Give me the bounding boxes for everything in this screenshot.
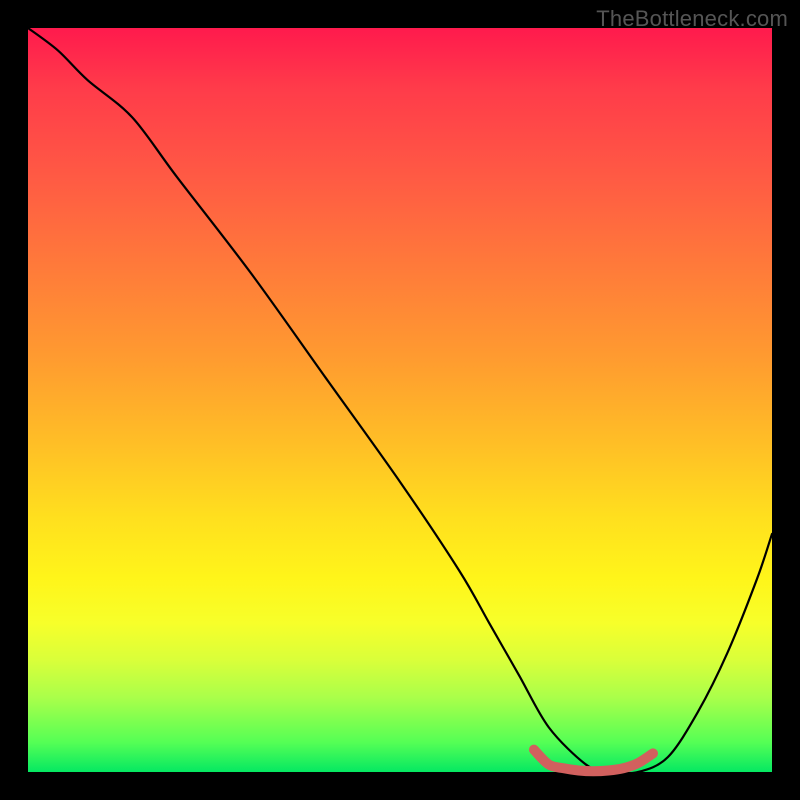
min-marker — [534, 750, 653, 772]
chart-frame: TheBottleneck.com — [0, 0, 800, 800]
curve-line — [28, 28, 772, 773]
watermark-text: TheBottleneck.com — [596, 6, 788, 32]
chart-svg — [28, 28, 772, 772]
